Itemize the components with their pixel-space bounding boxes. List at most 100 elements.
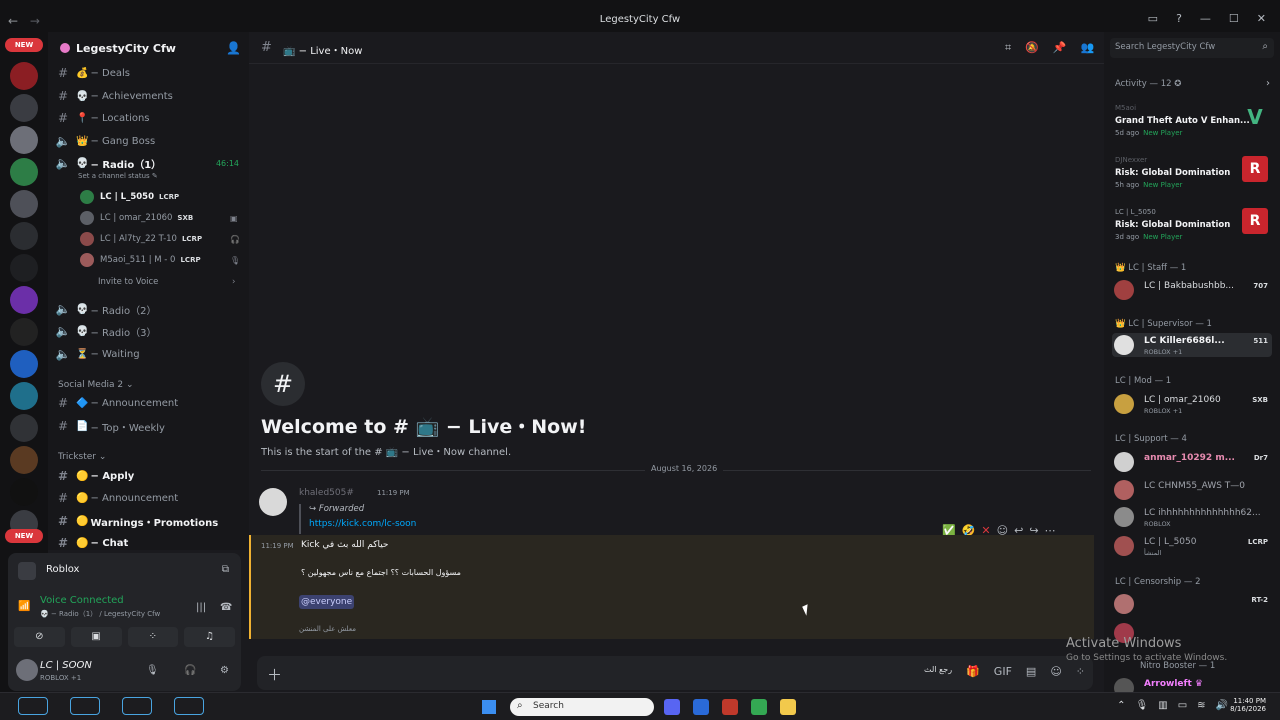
member-item[interactable]: LC Killer6686l... ROBLOX +1 511 [1112,333,1272,357]
server-icon[interactable] [10,350,38,378]
help-icon[interactable]: ? [1176,12,1182,25]
channel-waiting[interactable]: 🔈 ⏳ − Waiting [54,344,243,364]
channel-deals[interactable]: # 💰 − Deals [54,63,243,83]
member-item[interactable]: RT-2 [1112,592,1272,616]
pin-icon[interactable]: 📌 [1053,41,1067,55]
server-icon[interactable] [10,94,38,122]
sticker-icon[interactable]: ▤ [1026,665,1036,678]
windows-start-icon[interactable] [482,700,496,714]
channel-locations[interactable]: # 📍 − Locations [54,108,243,128]
voice-user[interactable]: LC | omar_21060 SXB ▣ [80,208,238,228]
category-social-media[interactable]: Social Media 2 ⌄ [58,380,134,390]
member-item[interactable]: LC ihhhhhhhhhhhhhh62... ROBLOX [1112,505,1272,529]
user-name[interactable]: LC | SOON [40,660,92,671]
member-item[interactable]: anmar_10292 m... Dr7 [1112,450,1272,474]
add-member-icon[interactable]: 👤 [226,41,241,55]
emoji-icon[interactable]: ☺ [1050,665,1061,678]
app-icon[interactable] [722,699,738,715]
server-icon[interactable] [10,126,38,154]
channel-radio-1[interactable]: 🔈 💀 − Radio（1） [54,153,243,173]
maximize-icon[interactable]: ☐ [1229,12,1239,25]
channel-announcement-2[interactable]: # 🟡 − Announcement [54,488,243,508]
chevron-up-icon[interactable]: ⌃ [1117,700,1125,711]
server-icon[interactable] [10,222,38,250]
taskbar-widget-icon[interactable] [18,697,48,715]
server-icon[interactable] [10,414,38,442]
threads-icon[interactable]: ⌗ [1005,41,1011,55]
headphones-icon[interactable]: 🎧 [184,665,196,676]
voice-connected-label[interactable]: Voice Connected [40,595,124,606]
channel-chat[interactable]: # 🟡 − Chat [54,533,243,550]
app-icon[interactable] [693,699,709,715]
channel-apply[interactable]: # 🟡 − Apply [54,466,243,486]
activity-card[interactable]: M5aoi Grand Theft Auto V Enhan... 5d ago… [1112,104,1272,152]
server-icon[interactable] [10,254,38,282]
message-author[interactable]: khaled505# [299,488,354,498]
member-item[interactable]: LC | L_5050 المنشأ LCRP [1112,534,1272,558]
channel-warnings-promotions[interactable]: # 🟡 Warnings・Promotions [54,511,243,531]
nitro-label[interactable]: رجع الث [924,665,952,678]
server-icon[interactable] [10,190,38,218]
activity-card[interactable]: DJNexxer Risk: Global Domination 5h ago N… [1112,156,1272,204]
member-item[interactable]: LC | omar_21060 ROBLOX +1 SXB [1112,392,1272,416]
chrome-icon[interactable] [751,699,767,715]
member-list-icon[interactable]: 👥 [1081,41,1095,55]
chevron-right-icon[interactable]: › [1266,78,1270,89]
popout-icon[interactable]: ⧉ [222,564,229,575]
channel-announcement[interactable]: # 🔷 − Announcement [54,393,243,413]
tray-icon[interactable]: ▥ [1158,700,1167,711]
server-icon[interactable] [10,382,38,410]
taskbar-widget-icon[interactable] [70,697,100,715]
camera-off-icon[interactable]: ⊘ [14,627,65,647]
message-highlighted[interactable]: 11:19 PM حياكم الله بث في Kick مسؤول الح… [249,535,1094,639]
forwarded-link[interactable]: https://kick.com/lc-soon [309,519,416,529]
minimize-icon[interactable]: — [1200,12,1211,25]
activities-icon[interactable]: ⁘ [127,627,179,647]
member-item[interactable]: Arrowleft ♛ [1112,676,1272,692]
everyone-mention[interactable]: @everyone [299,595,355,609]
gear-icon[interactable]: ⚙ [220,665,229,676]
channel-achievements[interactable]: # 💀 − Achievements [54,86,243,106]
notification-bell-icon[interactable]: 🔕 [1025,41,1039,55]
invite-to-voice[interactable]: Invite to Voice › [98,272,235,292]
noise-suppression-icon[interactable]: ||| [196,602,206,613]
server-header[interactable]: LegestyCity Cfw 👤 [48,32,249,64]
voice-user[interactable]: LC | L_5050 LCRP [80,187,179,207]
server-icon[interactable] [10,62,38,90]
display-icon[interactable]: ▭ [1178,700,1187,711]
connection-icon[interactable]: 📶 [18,601,30,612]
taskbar-search[interactable]: ⌕ Search [510,698,654,716]
voice-user[interactable]: M5aoi_511 | M - 0 LCRP 🎙 [80,250,240,270]
screen-share-icon[interactable]: ▣ [70,627,122,647]
avatar[interactable] [259,488,287,516]
wifi-icon[interactable]: ≋ [1197,700,1205,711]
server-icon[interactable] [10,446,38,474]
search-input[interactable]: Search LegestyCity Cfw ⌕ [1110,38,1274,58]
file-explorer-icon[interactable] [780,699,796,715]
close-icon[interactable]: ✕ [1257,12,1266,25]
discord-app-icon[interactable] [664,699,680,715]
volume-icon[interactable]: 🔊 [1216,700,1228,711]
gif-icon[interactable]: GIF [994,665,1012,678]
disconnect-icon[interactable]: ☎ [220,602,232,613]
system-clock[interactable]: 11:40 PM 8/16/2026 [1230,697,1266,713]
avatar[interactable] [16,659,38,681]
server-icon[interactable] [10,318,38,346]
channel-status-hint[interactable]: Set a channel status ✎ [78,172,158,180]
activity-card[interactable]: LC | L_5050 Risk: Global Domination 3d a… [1112,208,1272,256]
inbox-icon[interactable]: ▭ [1148,12,1158,25]
channel-gang-boss[interactable]: 🔈 👑 − Gang Boss [54,131,243,151]
server-name[interactable]: LegestyCity Cfw [76,42,176,55]
server-icon[interactable] [10,286,38,314]
attach-plus-icon[interactable]: ＋ [267,664,282,685]
taskbar-widget-icon[interactable] [122,697,152,715]
apps-icon[interactable]: ⁘ [1076,665,1085,678]
microphone-icon[interactable]: 🎙 [1136,700,1149,711]
taskbar-widget-icon[interactable] [174,697,204,715]
activity-row[interactable]: Roblox ⧉ [14,559,235,583]
channel-radio-3[interactable]: 🔈 💀 − Radio（3） [54,321,243,341]
gift-icon[interactable]: 🎁 [966,665,980,678]
member-item[interactable]: LC | Bakbabushbb... 707 [1112,278,1272,302]
channel-radio-2[interactable]: 🔈 💀 − Radio（2） [54,299,243,319]
voice-channel-path[interactable]: 💀 − Radio（1） / LegestyCity Cfw [40,609,160,619]
